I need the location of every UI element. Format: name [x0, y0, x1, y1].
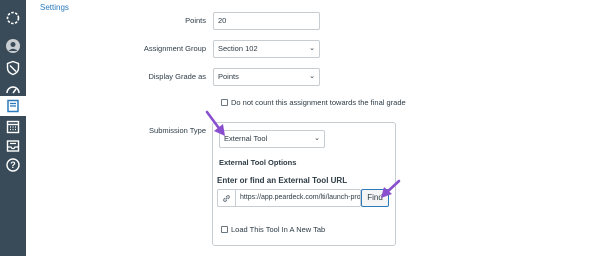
help-icon[interactable]: ? — [3, 155, 23, 175]
chevron-down-icon: ⌄ — [314, 135, 320, 142]
svg-text:?: ? — [10, 160, 16, 170]
annotation-arrow-icon — [205, 110, 225, 136]
courses-icon[interactable] — [0, 96, 26, 116]
points-input[interactable]: 20 — [213, 12, 320, 30]
dont-count-checkbox[interactable] — [221, 99, 228, 106]
assignment-group-value: Section 102 — [218, 44, 258, 53]
submission-type-value: External Tool — [224, 134, 268, 143]
inbox-icon[interactable] — [3, 136, 23, 156]
assignment-group-select[interactable]: Section 102 ⌄ — [213, 40, 320, 58]
display-grade-label: Display Grade as — [148, 72, 206, 81]
external-tool-options-heading: External Tool Options — [219, 158, 297, 167]
url-field-divider — [235, 190, 236, 206]
new-tab-label: Load This Tool In A New Tab — [231, 225, 326, 234]
dashboard-icon[interactable] — [3, 8, 23, 28]
external-tool-url-input[interactable]: https://app.peardeck.com/lti/launch-pro — [217, 189, 361, 207]
link-icon — [223, 195, 230, 202]
dont-count-label: Do not count this assignment towards the… — [231, 98, 406, 107]
settings-link[interactable]: Settings — [40, 3, 69, 12]
chevron-down-icon: ⌄ — [309, 45, 315, 52]
display-grade-value: Points — [218, 72, 239, 81]
points-label: Points — [185, 16, 206, 25]
new-tab-checkbox[interactable] — [221, 226, 228, 233]
display-grade-select[interactable]: Points ⌄ — [213, 68, 320, 86]
account-icon[interactable] — [3, 36, 23, 56]
submission-type-label: Submission Type — [149, 126, 206, 135]
external-tool-url-heading: Enter or find an External Tool URL — [217, 176, 348, 185]
annotation-arrow-icon — [381, 179, 401, 198]
shield-icon[interactable] — [3, 58, 23, 78]
submission-type-select[interactable]: External Tool ⌄ — [219, 130, 325, 148]
external-tool-url-value: https://app.peardeck.com/lti/launch-pro — [240, 194, 360, 201]
calendar-icon[interactable] — [3, 117, 23, 137]
assignment-group-label: Assignment Group — [143, 44, 206, 53]
global-nav-sidebar: ? — [0, 0, 26, 256]
chevron-down-icon: ⌄ — [309, 73, 315, 80]
